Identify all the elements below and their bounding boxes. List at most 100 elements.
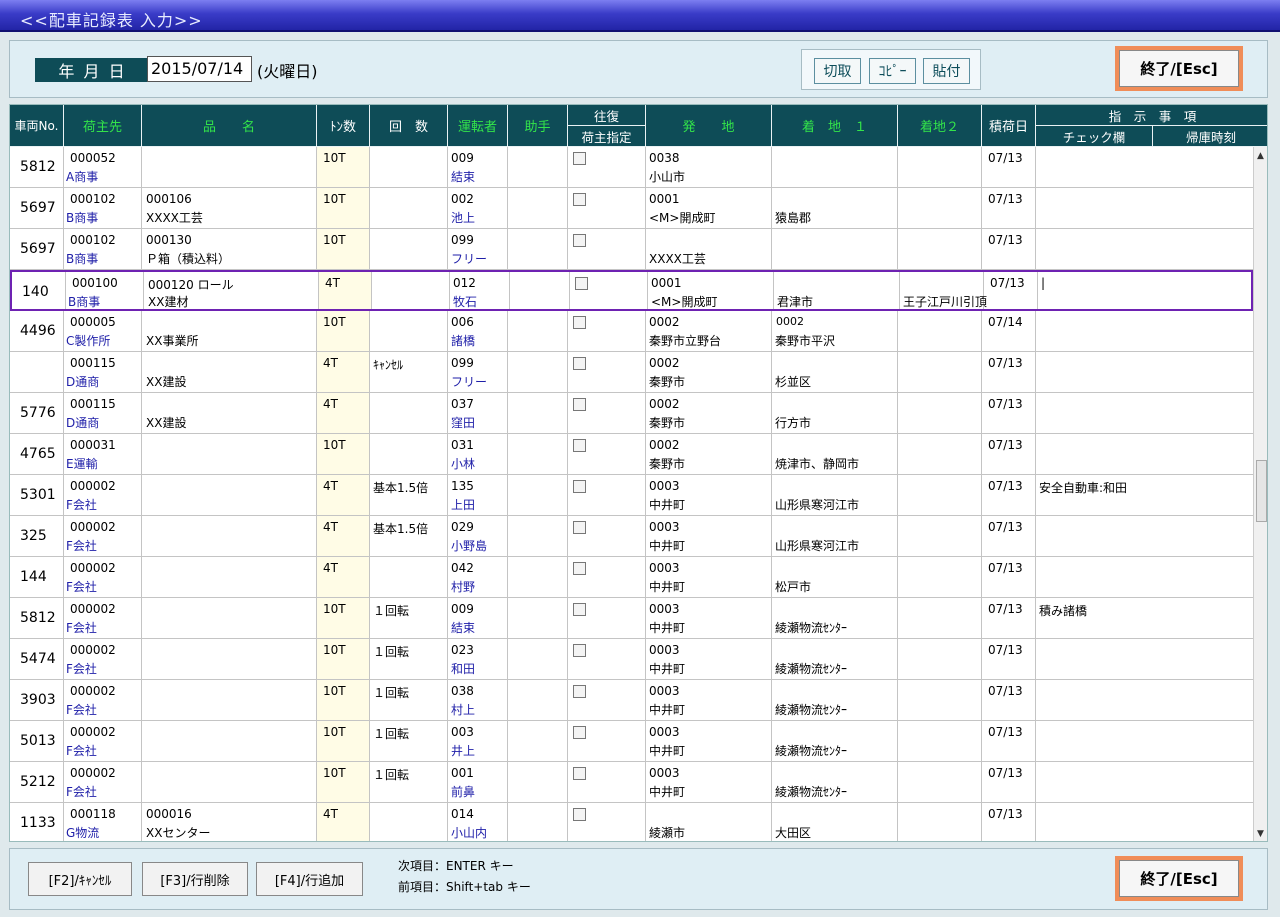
tonnage-cell[interactable]: 10T	[323, 438, 346, 452]
driver-name-cell[interactable]: 上田	[451, 496, 475, 513]
vehicle-no-cell[interactable]: 5013	[20, 733, 56, 749]
shipper-code-cell[interactable]: 000002	[70, 561, 116, 575]
shipper-designated-checkbox[interactable]	[573, 808, 586, 821]
shipper-designated-checkbox[interactable]	[573, 398, 586, 411]
driver-name-cell[interactable]: 村野	[451, 578, 475, 595]
f4-add-row-button[interactable]: [F4]/行追加	[256, 862, 363, 896]
dest1-name-cell[interactable]: 綾瀬物流ｾﾝﾀｰ	[775, 660, 847, 677]
vehicle-no-cell[interactable]: 5301	[20, 487, 56, 503]
copy-button[interactable]: ｺﾋﾟｰ	[869, 58, 916, 84]
dest1-name-cell[interactable]: 綾瀬物流ｾﾝﾀｰ	[775, 701, 847, 718]
count-cell[interactable]: 基本1.5倍	[373, 479, 428, 496]
count-cell[interactable]: １回転	[373, 684, 409, 701]
table-row[interactable]: 1133 000118 G物流 000016 XXセンター 4T 014 小山内 綾瀬市 大田区 0…	[10, 803, 1253, 841]
shipper-name-cell[interactable]: E運輸	[66, 455, 98, 472]
shipper-code-cell[interactable]: 000102	[70, 192, 116, 206]
origin-name-cell[interactable]: 中井町	[649, 742, 685, 759]
shipper-designated-checkbox[interactable]	[575, 277, 588, 290]
table-row[interactable]: 5212 000002 F会社 10T １回転 001 前鼻 0003 中井町 綾瀬物流ｾﾝﾀｰ 0…	[10, 762, 1253, 803]
load-date-cell[interactable]: 07/14	[988, 315, 1023, 329]
shipper-name-cell[interactable]: D通商	[66, 414, 99, 431]
count-cell[interactable]: １回転	[373, 643, 409, 660]
origin-name-cell[interactable]: 中井町	[649, 660, 685, 677]
driver-code-cell[interactable]: 037	[451, 397, 474, 411]
vehicle-no-cell[interactable]: 144	[20, 569, 47, 585]
f2-cancel-button[interactable]: [F2]/ｷｬﾝｾﾙ	[28, 862, 132, 896]
shipper-code-cell[interactable]: 000002	[70, 725, 116, 739]
scroll-down-icon[interactable]: ▼	[1257, 829, 1264, 839]
load-date-cell[interactable]: 07/13	[988, 479, 1023, 493]
driver-name-cell[interactable]: 小山内	[451, 824, 487, 841]
count-cell[interactable]: 基本1.5倍	[373, 520, 428, 537]
shipper-designated-checkbox[interactable]	[573, 234, 586, 247]
load-date-cell[interactable]: 07/13	[988, 192, 1023, 206]
count-cell[interactable]: １回転	[373, 725, 409, 742]
item-code-cell[interactable]: 000106	[146, 192, 192, 206]
tonnage-cell[interactable]: 4T	[323, 397, 338, 411]
table-row[interactable]: 4765 000031 E運輸 10T 031 小林 0002 秦野市 焼津市、静岡市 07/13	[10, 434, 1253, 475]
load-date-cell[interactable]: 07/13	[988, 438, 1023, 452]
origin-code-cell[interactable]: 0001	[651, 276, 682, 290]
origin-name-cell[interactable]: 秦野市立野台	[649, 332, 721, 349]
shipper-designated-checkbox[interactable]	[573, 357, 586, 370]
vertical-scrollbar[interactable]: ▲ ▼	[1253, 147, 1267, 841]
vehicle-no-cell[interactable]: 5212	[20, 774, 56, 790]
instruction-cell[interactable]: |	[1041, 276, 1045, 290]
shipper-designated-checkbox[interactable]	[573, 439, 586, 452]
tonnage-cell[interactable]: 4T	[323, 561, 338, 575]
load-date-cell[interactable]: 07/13	[988, 233, 1023, 247]
origin-name-cell[interactable]: 中井町	[649, 783, 685, 800]
scroll-up-icon[interactable]: ▲	[1257, 151, 1264, 161]
table-row[interactable]: 5697 000102 B商事 000130 Ｐ箱（積込料） 10T 099 フリー XXXX工…	[10, 229, 1253, 270]
shipper-code-cell[interactable]: 000052	[70, 151, 116, 165]
origin-code-cell[interactable]: 0038	[649, 151, 680, 165]
dest1-name-cell[interactable]: 綾瀬物流ｾﾝﾀｰ	[775, 742, 847, 759]
shipper-name-cell[interactable]: D通商	[66, 373, 99, 390]
dest1-name-cell[interactable]: 猿島郡	[775, 209, 811, 226]
table-row[interactable]: 140 000100 B商事 000120 ロール XX建材 4T 012 牧石 0001 <M>…	[10, 270, 1253, 311]
load-date-cell[interactable]: 07/13	[988, 561, 1023, 575]
origin-name-cell[interactable]: 秦野市	[649, 414, 685, 431]
item-name-cell[interactable]: XX事業所	[146, 332, 198, 349]
shipper-name-cell[interactable]: B商事	[68, 293, 100, 310]
cut-button[interactable]: 切取	[814, 58, 861, 84]
driver-code-cell[interactable]: 003	[451, 725, 474, 739]
tonnage-cell[interactable]: 4T	[323, 479, 338, 493]
vehicle-no-cell[interactable]: 5776	[20, 405, 56, 421]
shipper-name-cell[interactable]: F会社	[66, 537, 97, 554]
vehicle-no-cell[interactable]: 5812	[20, 159, 56, 175]
load-date-cell[interactable]: 07/13	[988, 807, 1023, 821]
shipper-code-cell[interactable]: 000002	[70, 479, 116, 493]
dest1-name-cell[interactable]: 行方市	[775, 414, 811, 431]
end-button-bottom[interactable]: 終了/[Esc]	[1119, 860, 1239, 897]
dest1-code-cell[interactable]: 0002	[776, 315, 804, 328]
paste-button[interactable]: 貼付	[923, 58, 970, 84]
tonnage-cell[interactable]: 4T	[323, 520, 338, 534]
tonnage-cell[interactable]: 10T	[323, 192, 346, 206]
origin-name-cell[interactable]: 小山市	[649, 168, 685, 185]
shipper-name-cell[interactable]: F会社	[66, 660, 97, 677]
shipper-designated-checkbox[interactable]	[573, 726, 586, 739]
vehicle-no-cell[interactable]: 4496	[20, 323, 56, 339]
item-name-cell[interactable]: XX建設	[146, 373, 186, 390]
instruction-cell[interactable]: 積み諸橋	[1039, 602, 1087, 619]
dest1-name-cell[interactable]: 焼津市、静岡市	[775, 455, 859, 472]
driver-code-cell[interactable]: 009	[451, 151, 474, 165]
tonnage-cell[interactable]: 4T	[323, 807, 338, 821]
shipper-designated-checkbox[interactable]	[573, 603, 586, 616]
load-date-cell[interactable]: 07/13	[988, 643, 1023, 657]
f3-delete-row-button[interactable]: [F3]/行削除	[142, 862, 248, 896]
tonnage-cell[interactable]: 10T	[323, 602, 346, 616]
vehicle-no-cell[interactable]: 5697	[20, 200, 56, 216]
vehicle-no-cell[interactable]: 140	[22, 284, 49, 300]
driver-code-cell[interactable]: 014	[451, 807, 474, 821]
origin-code-cell[interactable]: 0002	[649, 315, 680, 329]
driver-name-cell[interactable]: 牧石	[453, 293, 477, 310]
vehicle-no-cell[interactable]: 4765	[20, 446, 56, 462]
count-cell[interactable]: １回転	[373, 602, 409, 619]
table-row[interactable]: 5776 000115 D通商 XX建設 4T 037 窪田 0002 秦野市 行方市 07/13	[10, 393, 1253, 434]
tonnage-cell[interactable]: 4T	[325, 276, 340, 290]
shipper-code-cell[interactable]: 000115	[70, 356, 116, 370]
tonnage-cell[interactable]: 10T	[323, 684, 346, 698]
origin-code-cell[interactable]: 0003	[649, 602, 680, 616]
